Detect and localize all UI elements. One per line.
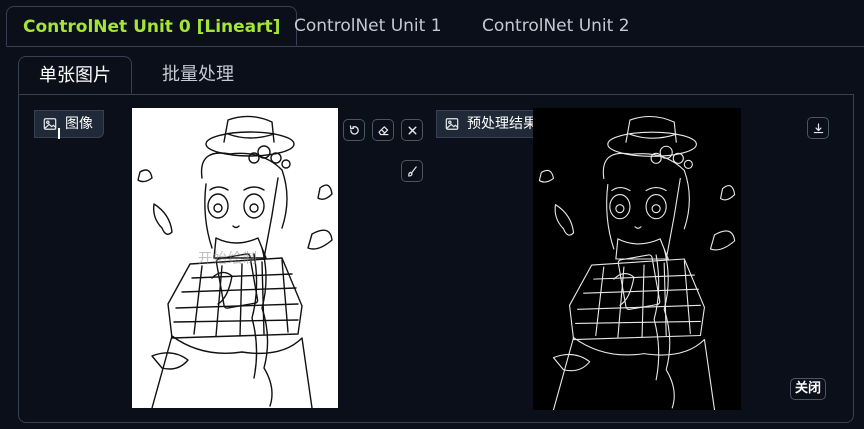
eraser-button[interactable] bbox=[372, 119, 394, 141]
clear-image-button[interactable] bbox=[401, 119, 423, 141]
tab-single-image[interactable]: 单张图片 bbox=[18, 56, 132, 94]
tab-controlnet-unit-0[interactable]: ControlNet Unit 0 [Lineart] bbox=[6, 6, 298, 46]
download-icon bbox=[813, 122, 823, 133]
close-preview-button[interactable]: 关闭 bbox=[790, 378, 827, 400]
close-icon bbox=[408, 126, 416, 134]
undo-icon bbox=[349, 124, 359, 135]
brush-button[interactable] bbox=[401, 160, 423, 182]
brush-icon bbox=[407, 165, 417, 177]
input-image-canvas[interactable]: 开始绘制 bbox=[132, 108, 338, 408]
controlnet-unit-tabs: ControlNet Unit 0 [Lineart] ControlNet U… bbox=[6, 6, 864, 47]
eraser-icon bbox=[377, 125, 388, 135]
draw-watermark: 开始绘制 bbox=[198, 251, 258, 267]
download-preview-button[interactable] bbox=[807, 117, 829, 139]
image-input-label: 图像 bbox=[34, 110, 104, 138]
image-input-label-text: 图像 bbox=[65, 116, 93, 132]
lineart-preview-drawing bbox=[538, 116, 736, 410]
undo-button[interactable] bbox=[343, 119, 365, 141]
tab-controlnet-unit-2[interactable]: ControlNet Unit 2 bbox=[466, 6, 646, 46]
image-icon bbox=[445, 118, 459, 130]
text-cursor bbox=[58, 128, 60, 139]
tab-batch-process[interactable]: 批量处理 bbox=[142, 56, 254, 94]
input-mode-tabs: 单张图片 批量处理 bbox=[18, 56, 854, 95]
tab-controlnet-unit-1[interactable]: ControlNet Unit 1 bbox=[278, 6, 458, 46]
image-icon bbox=[43, 118, 57, 130]
preprocessor-preview-image bbox=[533, 108, 741, 410]
